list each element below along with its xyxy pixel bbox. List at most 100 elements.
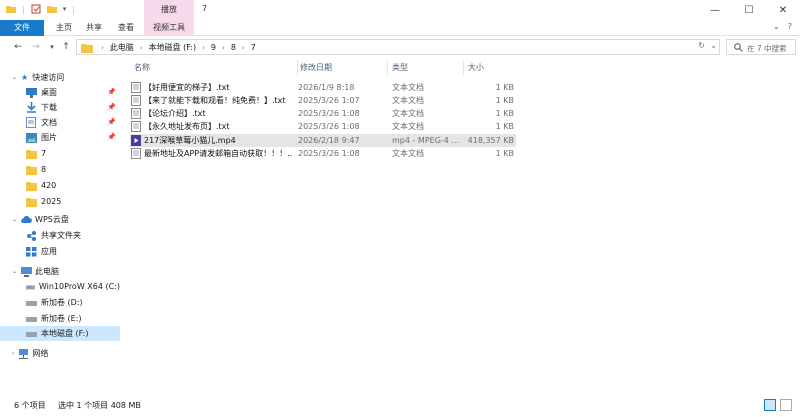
nav-wps-cloud[interactable]: ⌄ WPS云盘 — [0, 212, 120, 227]
chevron-right-icon[interactable]: › — [12, 350, 14, 357]
file-size: 1 KB — [495, 109, 514, 118]
breadcrumb-9[interactable]: 9 — [211, 43, 216, 52]
nav-this-pc[interactable]: ⌄ 此电脑 — [0, 264, 120, 279]
nav-item-label: 应用 — [41, 247, 57, 256]
search-box[interactable]: 在 7 中搜索 — [726, 39, 796, 55]
nav-network[interactable]: › 网络 — [0, 346, 120, 361]
nav-item-label: 新加卷 (E:) — [41, 314, 82, 323]
back-arrow-icon[interactable]: ← — [12, 40, 24, 54]
file-row[interactable]: 最新地址及APP请发邮箱自动获取！！！.... 2025/3/26 1:08 文… — [130, 147, 516, 160]
window-controls: — ☐ ✕ — [698, 0, 800, 20]
nav-drive-f[interactable]: 本地磁盘 (F:) — [0, 326, 120, 341]
file-row[interactable]: 【好用便宜的梯子】.txt 2026/1/9 8:18 文本文档 1 KB — [130, 81, 516, 94]
nav-item-pictures[interactable]: 图片 📌 — [0, 130, 120, 145]
file-type: 文本文档 — [392, 122, 424, 131]
cloud-icon — [21, 215, 32, 223]
file-row[interactable]: 【论坛介绍】.txt 2025/3/26 1:08 文本文档 1 KB — [130, 107, 516, 120]
txt-file-icon — [131, 82, 141, 93]
tab-share[interactable]: 共享 — [80, 20, 108, 36]
nav-quick-access[interactable]: ⌄ ★ 快速访问 — [0, 70, 120, 85]
column-header-type[interactable]: 类型 — [388, 60, 464, 76]
help-icon[interactable]: ? — [788, 22, 792, 31]
nav-item-folder-8[interactable]: 8 — [0, 162, 120, 177]
folder-icon — [81, 44, 93, 53]
chevron-down-icon[interactable]: ⌄ — [12, 216, 17, 223]
breadcrumb-7[interactable]: 7 — [251, 43, 256, 52]
explorer-window: | ▾ | 播放 7 — ☐ ✕ 文件 主页 共享 查看 视频工具 ⌄ ? ← … — [0, 0, 800, 417]
customize-qat-icon[interactable]: ▾ — [63, 5, 67, 13]
nav-item-documents[interactable]: 文档 📌 — [0, 115, 120, 130]
tab-video-tools[interactable]: 视频工具 — [144, 20, 194, 36]
nav-item-label: 文档 — [41, 118, 57, 127]
file-name: 【永久地址发布页】.txt — [144, 122, 230, 131]
pin-icon[interactable]: 📌 — [107, 118, 116, 126]
breadcrumb-chevron-icon[interactable]: › — [140, 44, 143, 52]
file-size: 1 KB — [495, 96, 514, 105]
download-icon — [27, 102, 36, 113]
expand-ribbon-icon[interactable]: ⌄ — [773, 22, 780, 31]
nav-item-shared-folder[interactable]: 共享文件夹 — [0, 228, 120, 243]
window-title: 7 — [202, 4, 208, 13]
breadcrumb-this-pc[interactable]: 此电脑 — [110, 42, 134, 53]
column-header-name[interactable]: 名称 — [130, 60, 298, 76]
file-row-selected[interactable]: 217深喉草莓小猫儿.mp4 2026/2/18 9:47 mp4 - MPEG… — [130, 134, 516, 147]
forward-arrow-icon[interactable]: → — [30, 40, 42, 54]
file-row[interactable]: 【来了就能下载和观看！纯免费！】.txt 2025/3/26 1:07 文本文档… — [130, 94, 516, 107]
breadcrumb-chevron-icon[interactable]: › — [242, 44, 245, 52]
folder-icon[interactable] — [6, 4, 16, 14]
nav-item-folder-420[interactable]: 420 — [0, 178, 120, 193]
close-button[interactable]: ✕ — [766, 0, 800, 20]
nav-drive-c[interactable]: Win10ProW X64 (C:) — [0, 279, 120, 294]
breadcrumb-chevron-icon[interactable]: › — [222, 44, 225, 52]
properties-icon[interactable] — [31, 4, 41, 14]
file-name: 【来了就能下载和观看！纯免费！】.txt — [144, 96, 286, 105]
apps-icon — [26, 246, 37, 256]
nav-item-folder-7[interactable]: 7 — [0, 146, 120, 161]
column-header-size[interactable]: 大小 — [464, 60, 516, 76]
desktop-icon — [26, 87, 37, 98]
pin-icon[interactable]: 📌 — [107, 133, 116, 141]
nav-item-label: 7 — [41, 149, 47, 158]
file-size: 418,357 KB — [467, 136, 514, 145]
nav-drive-e[interactable]: 新加卷 (E:) — [0, 311, 120, 326]
file-type: 文本文档 — [392, 149, 424, 158]
file-date: 2025/3/26 1:08 — [298, 109, 360, 118]
tab-view[interactable]: 查看 — [112, 20, 140, 36]
tab-home[interactable]: 主页 — [50, 20, 78, 36]
file-name: 217深喉草莓小猫儿.mp4 — [144, 136, 236, 145]
column-header-date[interactable]: 修改日期 — [296, 60, 388, 76]
large-icons-view-icon[interactable] — [780, 399, 792, 411]
chevron-down-icon[interactable]: ⌄ — [12, 268, 17, 275]
refresh-icon[interactable]: ↻ — [698, 41, 705, 50]
up-arrow-icon[interactable]: ↑ — [60, 40, 72, 54]
breadcrumb-8[interactable]: 8 — [231, 43, 236, 52]
tab-file[interactable]: 文件 — [0, 20, 44, 36]
drive-icon — [26, 316, 37, 322]
nav-drive-d[interactable]: 新加卷 (D:) — [0, 295, 120, 310]
maximize-button[interactable]: ☐ — [732, 0, 766, 20]
nav-item-folder-2025[interactable]: 2025 — [0, 194, 120, 209]
address-dropdown-icon[interactable]: ⌄ — [710, 41, 717, 50]
folder-icon — [26, 149, 37, 159]
recent-chevron-icon[interactable]: ▾ — [46, 40, 58, 54]
nav-item-apps[interactable]: 应用 — [0, 244, 120, 259]
pin-icon[interactable]: 📌 — [107, 103, 116, 111]
address-row: ← → ▾ ↑ › 此电脑 › 本地磁盘 (F:) › 9 › 8 › 7 ⌄ … — [0, 37, 800, 57]
nav-item-label: 共享文件夹 — [41, 231, 81, 240]
details-view-icon[interactable] — [764, 399, 776, 411]
chevron-down-icon[interactable]: ⌄ — [12, 74, 17, 81]
file-name: 【好用便宜的梯子】.txt — [144, 83, 230, 92]
address-bar[interactable]: › 此电脑 › 本地磁盘 (F:) › 9 › 8 › 7 ⌄ ↻ — [76, 39, 720, 55]
breadcrumb-chevron-icon[interactable]: › — [202, 44, 205, 52]
breadcrumb-drive-f[interactable]: 本地磁盘 (F:) — [149, 42, 196, 53]
folder-icon — [26, 197, 37, 207]
pin-icon[interactable]: 📌 — [107, 88, 116, 96]
quick-access-toolbar: | ▾ | — [6, 4, 75, 14]
breadcrumb-chevron-icon[interactable]: › — [101, 44, 104, 52]
nav-item-desktop[interactable]: 桌面 📌 — [0, 85, 120, 100]
file-row[interactable]: 【永久地址发布页】.txt 2025/3/26 1:08 文本文档 1 KB — [130, 120, 516, 133]
nav-item-label: 网络 — [32, 349, 49, 358]
nav-item-downloads[interactable]: 下载 📌 — [0, 100, 120, 115]
minimize-button[interactable]: — — [698, 0, 732, 20]
new-folder-icon[interactable] — [46, 4, 57, 14]
